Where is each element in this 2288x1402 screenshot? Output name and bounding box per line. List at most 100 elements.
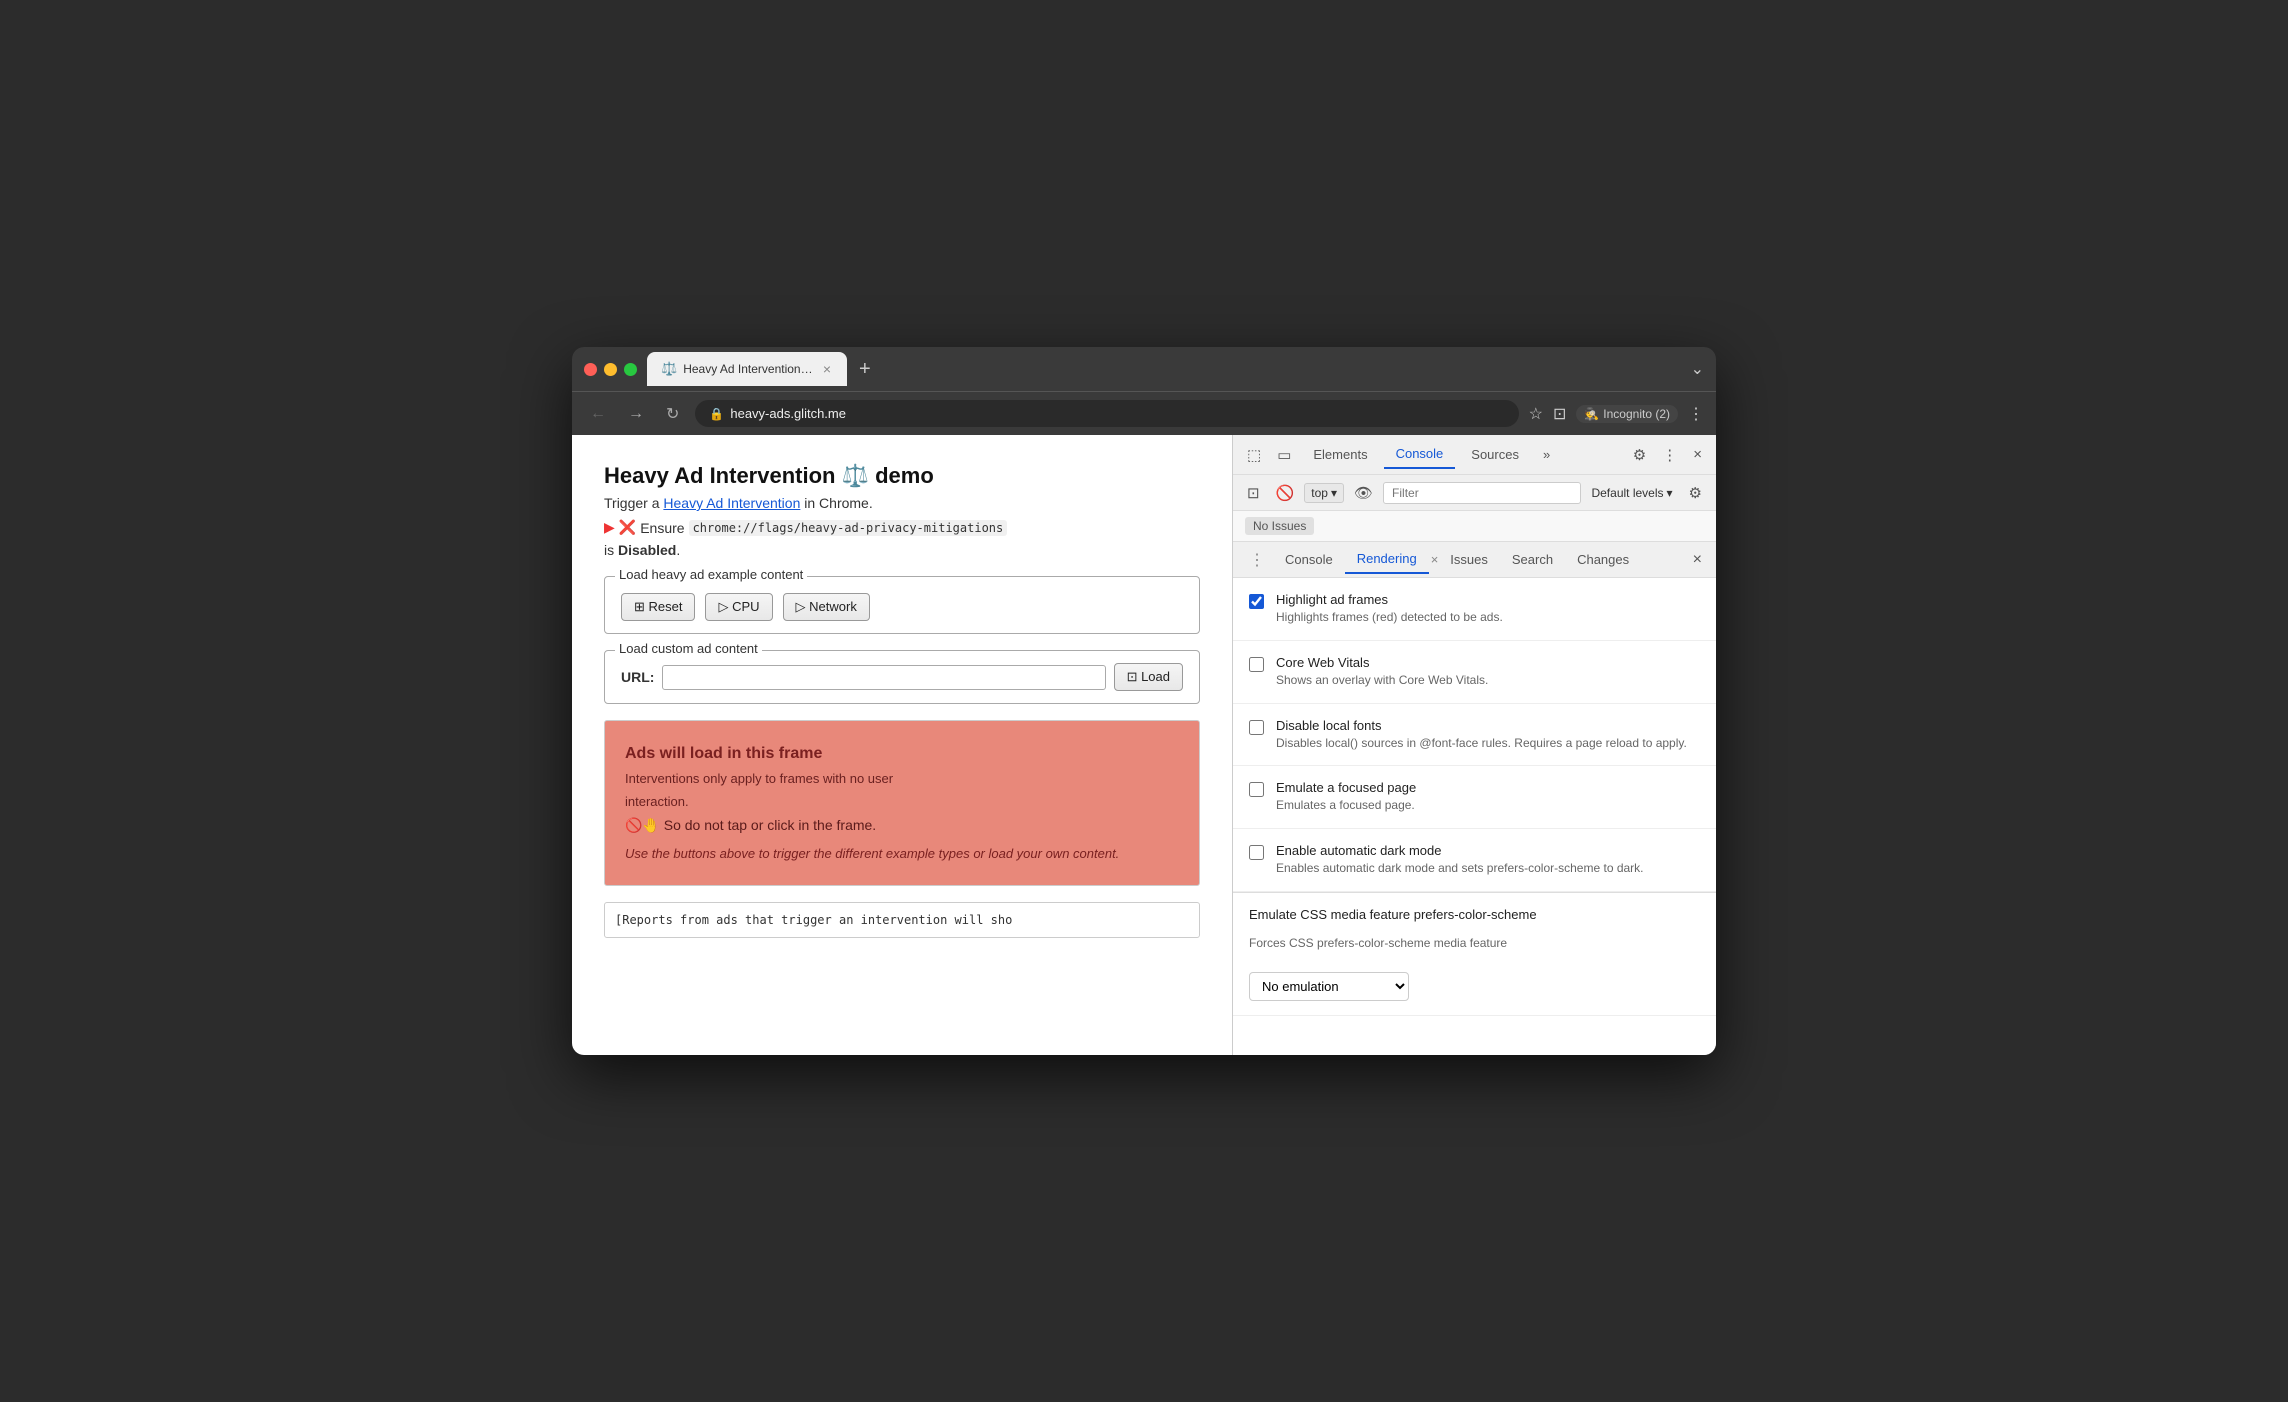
new-tab-button[interactable]: + <box>851 358 879 381</box>
star-icon[interactable]: ☆ <box>1529 404 1543 424</box>
tab-close-button[interactable]: × <box>821 361 833 377</box>
no-issues-badge: No Issues <box>1245 517 1314 535</box>
top-label: top <box>1311 486 1328 500</box>
item-desc-highlight-ad-frames: Highlights frames (red) detected to be a… <box>1276 609 1700 626</box>
frame-dropdown-icon: ▾ <box>1331 486 1337 500</box>
devtools-panel: ⬚ ▭ Elements Console Sources » ⚙ ⋮ × ⊡ 🚫… <box>1232 435 1716 1055</box>
page-content: Heavy Ad Intervention ⚖️ demo Trigger a … <box>572 435 1232 1055</box>
forward-button[interactable]: → <box>622 401 650 427</box>
checkbox-highlight-ad-frames[interactable] <box>1249 594 1264 609</box>
clear-console-icon[interactable]: 🚫 <box>1270 480 1301 506</box>
level-selector[interactable]: Default levels ▾ <box>1585 484 1678 502</box>
checkbox-emulate-focused-page[interactable] <box>1249 782 1264 797</box>
browser-tab[interactable]: ⚖️ Heavy Ad Intervention ⚖️ dem... × <box>647 352 847 386</box>
item-title-core-web-vitals: Core Web Vitals <box>1276 655 1700 670</box>
rendering-tab-console[interactable]: Console <box>1273 546 1345 573</box>
eye-icon[interactable]: 👁 <box>1348 480 1379 506</box>
heavy-buttons: ⊞ Reset ▷ CPU ▷ Network <box>621 593 1183 621</box>
rendering-tab-search[interactable]: Search <box>1500 546 1565 573</box>
address-text: heavy-ads.glitch.me <box>730 406 846 421</box>
item-title-highlight-ad-frames: Highlight ad frames <box>1276 592 1700 607</box>
frame-selector[interactable]: top ▾ <box>1304 483 1344 503</box>
load-custom-fieldset: Load custom ad content URL: ⊡ Load <box>604 650 1200 704</box>
page-warning-line2: is Disabled. <box>604 542 1200 558</box>
devtools-settings-icon[interactable]: ⚙ <box>1627 442 1652 468</box>
heavy-ad-link[interactable]: Heavy Ad Intervention <box>663 495 800 511</box>
url-label: URL: <box>621 669 654 685</box>
maximize-window-button[interactable] <box>624 363 637 376</box>
refresh-button[interactable]: ↻ <box>660 400 685 428</box>
ad-frame: Ads will load in this frame Intervention… <box>604 720 1200 886</box>
rendering-tab-issues[interactable]: Issues <box>1438 546 1500 573</box>
more-tabs-button[interactable]: » <box>1535 443 1558 466</box>
rendering-item-core-web-vitals: Core Web Vitals Shows an overlay with Cor… <box>1233 641 1716 704</box>
warning-arrow-icon: ▶ <box>604 519 615 536</box>
rendering-tab-changes[interactable]: Changes <box>1565 546 1641 573</box>
item-desc-disable-local-fonts: Disables local() sources in @font-face r… <box>1276 735 1700 752</box>
browser-panel-icon[interactable]: ⊡ <box>1553 404 1566 424</box>
inspect-element-icon[interactable]: ⬚ <box>1241 442 1267 468</box>
rendering-tabs: ⋮ Console Rendering × Issues Search Chan… <box>1233 542 1716 578</box>
minimize-window-button[interactable] <box>604 363 617 376</box>
ad-frame-text1: Interventions only apply to frames with … <box>625 771 1179 786</box>
url-row: URL: ⊡ Load <box>621 663 1183 691</box>
devtools-close-icon[interactable]: × <box>1687 442 1708 467</box>
checkbox-core-web-vitals[interactable] <box>1249 657 1264 672</box>
console-settings-icon[interactable]: ⚙ <box>1683 480 1708 506</box>
item-desc-emulate-focused-page: Emulates a focused page. <box>1276 797 1700 814</box>
devtools-toolbar2: ⊡ 🚫 top ▾ 👁 Default levels ▾ ⚙ <box>1233 475 1716 511</box>
load-heavy-fieldset: Load heavy ad example content ⊞ Reset ▷ … <box>604 576 1200 634</box>
ad-frame-italic: Use the buttons above to trigger the dif… <box>625 846 1179 861</box>
item-desc-core-web-vitals: Shows an overlay with Core Web Vitals. <box>1276 672 1700 689</box>
page-subtitle: Trigger a Heavy Ad Intervention in Chrom… <box>604 495 1200 511</box>
rendering-panel-close-icon[interactable]: × <box>1687 547 1708 573</box>
load-custom-legend: Load custom ad content <box>615 641 762 656</box>
item-title-emulate-focused-page: Emulate a focused page <box>1276 780 1700 795</box>
emulate-section: Emulate CSS media feature prefers-color-… <box>1233 892 1716 1016</box>
console-output: [Reports from ads that trigger an interv… <box>604 902 1200 938</box>
tabs-area: ⚖️ Heavy Ad Intervention ⚖️ dem... × + ⌄ <box>647 352 1704 386</box>
tab-favicon-icon: ⚖️ <box>661 361 677 377</box>
levels-dropdown-icon: ▾ <box>1667 486 1673 500</box>
checkbox-disable-local-fonts[interactable] <box>1249 720 1264 735</box>
rendering-close-icon[interactable]: × <box>1431 552 1439 567</box>
ad-frame-text2: interaction. <box>625 794 1179 809</box>
rendering-content: Highlight ad frames Highlights frames (re… <box>1233 578 1716 1055</box>
disabled-bold: Disabled <box>618 542 676 558</box>
tab-title: Heavy Ad Intervention ⚖️ dem... <box>683 362 815 376</box>
browser-menu-icon[interactable]: ⋮ <box>1688 404 1704 424</box>
emulate-desc: Forces CSS prefers-color-scheme media fe… <box>1249 936 1507 950</box>
tab-sources[interactable]: Sources <box>1459 441 1531 468</box>
network-button[interactable]: ▷ Network <box>783 593 870 621</box>
item-title-disable-local-fonts: Disable local fonts <box>1276 718 1700 733</box>
no-issues-bar: No Issues <box>1233 511 1716 542</box>
back-button[interactable]: ← <box>584 401 612 427</box>
rendering-dots-icon[interactable]: ⋮ <box>1241 546 1273 574</box>
load-button[interactable]: ⊡ Load <box>1114 663 1183 691</box>
traffic-lights <box>584 363 637 376</box>
close-window-button[interactable] <box>584 363 597 376</box>
emulate-select[interactable]: No emulationprefers-color-scheme: lightp… <box>1249 972 1409 1001</box>
checkbox-enable-auto-dark-mode[interactable] <box>1249 845 1264 860</box>
device-toolbar-icon[interactable]: ▭ <box>1271 442 1297 468</box>
ad-frame-warning: 🚫🤚 So do not tap or click in the frame. <box>625 817 1179 834</box>
rendering-tab-rendering[interactable]: Rendering <box>1345 545 1429 574</box>
cpu-button[interactable]: ▷ CPU <box>705 593 772 621</box>
ad-frame-title: Ads will load in this frame <box>625 745 1179 763</box>
browser-window: ⚖️ Heavy Ad Intervention ⚖️ dem... × + ⌄… <box>572 347 1716 1055</box>
tab-elements[interactable]: Elements <box>1301 441 1379 468</box>
incognito-badge[interactable]: 🕵 Incognito (2) <box>1576 405 1678 423</box>
reset-button[interactable]: ⊞ Reset <box>621 593 695 621</box>
url-input[interactable] <box>662 665 1105 690</box>
devtools-toolbar1: ⬚ ▭ Elements Console Sources » ⚙ ⋮ × <box>1233 435 1716 475</box>
address-input[interactable]: 🔒 heavy-ads.glitch.me <box>695 400 1518 427</box>
tab-menu-button[interactable]: ⌄ <box>1691 359 1704 379</box>
emulate-title: Emulate CSS media feature prefers-color-… <box>1249 907 1537 922</box>
incognito-label: Incognito (2) <box>1603 407 1670 421</box>
rendering-item-highlight-ad-frames: Highlight ad frames Highlights frames (re… <box>1233 578 1716 641</box>
sidebar-toggle-icon[interactable]: ⊡ <box>1241 480 1266 506</box>
devtools-dots-icon[interactable]: ⋮ <box>1656 442 1683 468</box>
filter-input[interactable] <box>1383 482 1581 504</box>
tab-console[interactable]: Console <box>1384 440 1456 469</box>
rendering-item-enable-auto-dark-mode: Enable automatic dark modeEnables automa… <box>1233 829 1716 892</box>
